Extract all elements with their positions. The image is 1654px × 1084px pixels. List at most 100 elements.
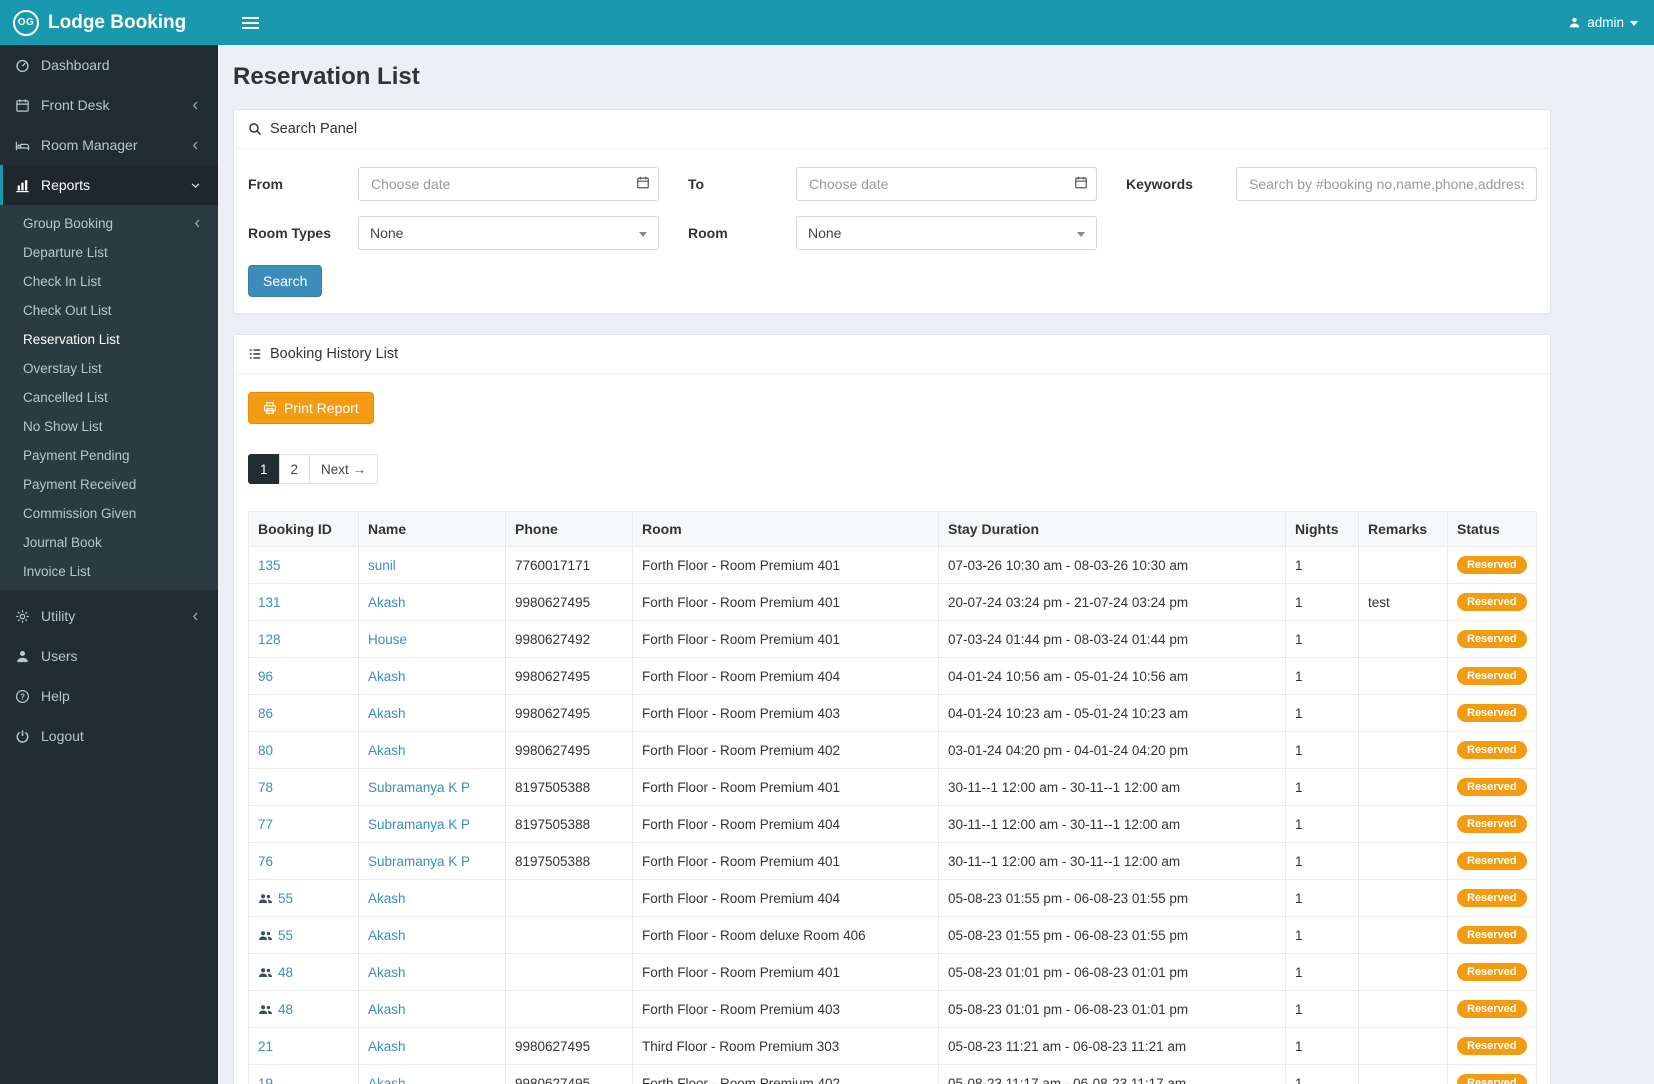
- table-row: 76 Subramanya K P 8197505388 Forth Floor - …: [248, 842, 1537, 880]
- guest-name-link[interactable]: Akash: [368, 743, 406, 758]
- guest-name-link[interactable]: Subramanya K P: [368, 817, 470, 832]
- sidebar-item-dashboard[interactable]: Dashboard: [0, 45, 218, 85]
- booking-id-link[interactable]: 128: [258, 632, 281, 647]
- hamburger-menu-icon[interactable]: [238, 11, 263, 35]
- column-header-remarks: Remarks: [1358, 511, 1448, 547]
- nights-cell: 1: [1285, 694, 1359, 732]
- sidebar-item-front-desk[interactable]: Front Desk: [0, 85, 218, 125]
- sidebar-item-invoice-list[interactable]: Invoice List: [0, 557, 218, 586]
- guest-name-link[interactable]: Akash: [368, 965, 406, 980]
- user-menu[interactable]: admin: [1568, 15, 1638, 30]
- guest-name-link[interactable]: Akash: [368, 928, 406, 943]
- booking-id-link[interactable]: 76: [258, 854, 273, 869]
- sidebar-item-payment-pending[interactable]: Payment Pending: [0, 441, 218, 470]
- pagination-page-current[interactable]: 1: [248, 454, 280, 484]
- room-manager-icon: [14, 138, 31, 153]
- sidebar-item-check-in-list[interactable]: Check In List: [0, 267, 218, 296]
- booking-id-link[interactable]: 55: [278, 928, 293, 943]
- sidebar-item-no-show-list[interactable]: No Show List: [0, 412, 218, 441]
- remarks-cell: [1358, 990, 1448, 1028]
- guest-name-link[interactable]: Akash: [368, 1002, 406, 1017]
- room-cell: Forth Floor - Room Premium 402: [632, 731, 939, 769]
- sidebar-item-label: Dashboard: [41, 57, 110, 73]
- sidebar-item-journal-book[interactable]: Journal Book: [0, 528, 218, 557]
- main-content: Reservation List Search Panel From Choos…: [218, 45, 1654, 1084]
- booking-id-cell: 128: [248, 620, 359, 658]
- booking-id-link[interactable]: 80: [258, 743, 273, 758]
- remarks-cell: test: [1358, 583, 1448, 621]
- booking-id-link[interactable]: 135: [258, 558, 281, 573]
- sidebar-item-help[interactable]: ? Help: [0, 676, 218, 716]
- status-badge: Reserved: [1457, 926, 1527, 944]
- guest-name-link[interactable]: House: [368, 632, 407, 647]
- guest-name-link[interactable]: Akash: [368, 595, 406, 610]
- list-icon: [248, 347, 262, 361]
- brand-logo[interactable]: OG Lodge Booking: [0, 0, 218, 45]
- sidebar-item-label: Journal Book: [23, 535, 102, 550]
- table-row: 48 Akash Forth Floor - Room Premium 403 05-…: [248, 990, 1537, 1028]
- booking-id-link[interactable]: 96: [258, 669, 273, 684]
- guest-name-link[interactable]: Akash: [368, 669, 406, 684]
- room-cell: Third Floor - Room Premium 303: [632, 1027, 939, 1065]
- guest-name-link[interactable]: Akash: [368, 891, 406, 906]
- stay-duration-cell: 05-08-23 01:55 pm - 06-08-23 01:55 pm: [938, 916, 1286, 954]
- to-date-input[interactable]: [796, 167, 1097, 201]
- phone-cell: 9980627495: [505, 731, 633, 769]
- booking-id-link[interactable]: 131: [258, 595, 281, 610]
- booking-id-link[interactable]: 55: [278, 891, 293, 906]
- guest-name-link[interactable]: Akash: [368, 706, 406, 721]
- sidebar-item-group-booking[interactable]: Group Booking: [0, 209, 218, 238]
- sidebar-item-cancelled-list[interactable]: Cancelled List: [0, 383, 218, 412]
- sidebar-item-departure-list[interactable]: Departure List: [0, 238, 218, 267]
- sidebar-item-reports[interactable]: Reports: [0, 165, 218, 205]
- booking-id-link[interactable]: 48: [278, 1002, 293, 1017]
- sidebar-item-commission-given[interactable]: Commission Given: [0, 499, 218, 528]
- guest-name-link[interactable]: Subramanya K P: [368, 854, 470, 869]
- pagination-item[interactable]: 2: [278, 454, 311, 484]
- room-select[interactable]: None: [796, 216, 1097, 250]
- guest-name-link[interactable]: Akash: [368, 1039, 406, 1054]
- booking-table-body: 135 sunil 7760017171 Forth Floor - Room Pre…: [248, 546, 1537, 1084]
- from-date-input[interactable]: [358, 167, 659, 201]
- print-report-button[interactable]: Print Report: [248, 392, 374, 424]
- to-label: To: [688, 176, 705, 192]
- sidebar-item-label: Front Desk: [41, 97, 110, 113]
- sidebar-item-payment-received[interactable]: Payment Received: [0, 470, 218, 499]
- booking-id-link[interactable]: 48: [278, 965, 293, 980]
- guest-name-link[interactable]: sunil: [368, 558, 396, 573]
- sidebar-item-utility[interactable]: Utility: [0, 596, 218, 636]
- status-badge: Reserved: [1457, 889, 1527, 907]
- guest-name-cell: Akash: [358, 916, 506, 954]
- booking-table-header-row: Booking ID Name Phone Room Stay Duration Nigh…: [248, 511, 1537, 547]
- booking-id-link[interactable]: 86: [258, 706, 273, 721]
- sidebar-item-room-manager[interactable]: Room Manager: [0, 125, 218, 165]
- status-cell: Reserved: [1447, 546, 1537, 584]
- booking-id-cell: 19: [248, 1064, 359, 1084]
- remarks-cell: [1358, 916, 1448, 954]
- table-row: 55 Akash Forth Floor - Room deluxe Room 40…: [248, 916, 1537, 954]
- sidebar-item-reservation-list[interactable]: Reservation List: [0, 325, 218, 354]
- page-title: Reservation List: [233, 63, 420, 90]
- room-types-select[interactable]: None: [358, 216, 659, 250]
- booking-id-link[interactable]: 21: [258, 1039, 273, 1054]
- remarks-cell: [1358, 657, 1448, 695]
- sidebar-item-logout[interactable]: Logout: [0, 716, 218, 756]
- guest-name-link[interactable]: Subramanya K P: [368, 780, 470, 795]
- room-cell: Forth Floor - Room Premium 401: [632, 953, 939, 991]
- chevron-left-icon: [189, 218, 206, 229]
- sidebar-item-label: Users: [41, 648, 78, 664]
- sidebar-item-overstay-list[interactable]: Overstay List: [0, 354, 218, 383]
- room-cell: Forth Floor - Room Premium 404: [632, 805, 939, 843]
- search-button[interactable]: Search: [248, 265, 323, 297]
- sidebar-item-check-out-list[interactable]: Check Out List: [0, 296, 218, 325]
- guest-name-link[interactable]: Akash: [368, 1076, 406, 1084]
- phone-cell: 9980627495: [505, 694, 633, 732]
- booking-id-link[interactable]: 78: [258, 780, 273, 795]
- sidebar-item-users[interactable]: Users: [0, 636, 218, 676]
- phone-cell: 9980627495: [505, 583, 633, 621]
- keywords-input[interactable]: [1236, 167, 1537, 201]
- help-icon: ?: [14, 689, 31, 704]
- booking-id-link[interactable]: 19: [258, 1076, 273, 1084]
- booking-id-link[interactable]: 77: [258, 817, 273, 832]
- pagination-item[interactable]: Next →: [309, 454, 379, 484]
